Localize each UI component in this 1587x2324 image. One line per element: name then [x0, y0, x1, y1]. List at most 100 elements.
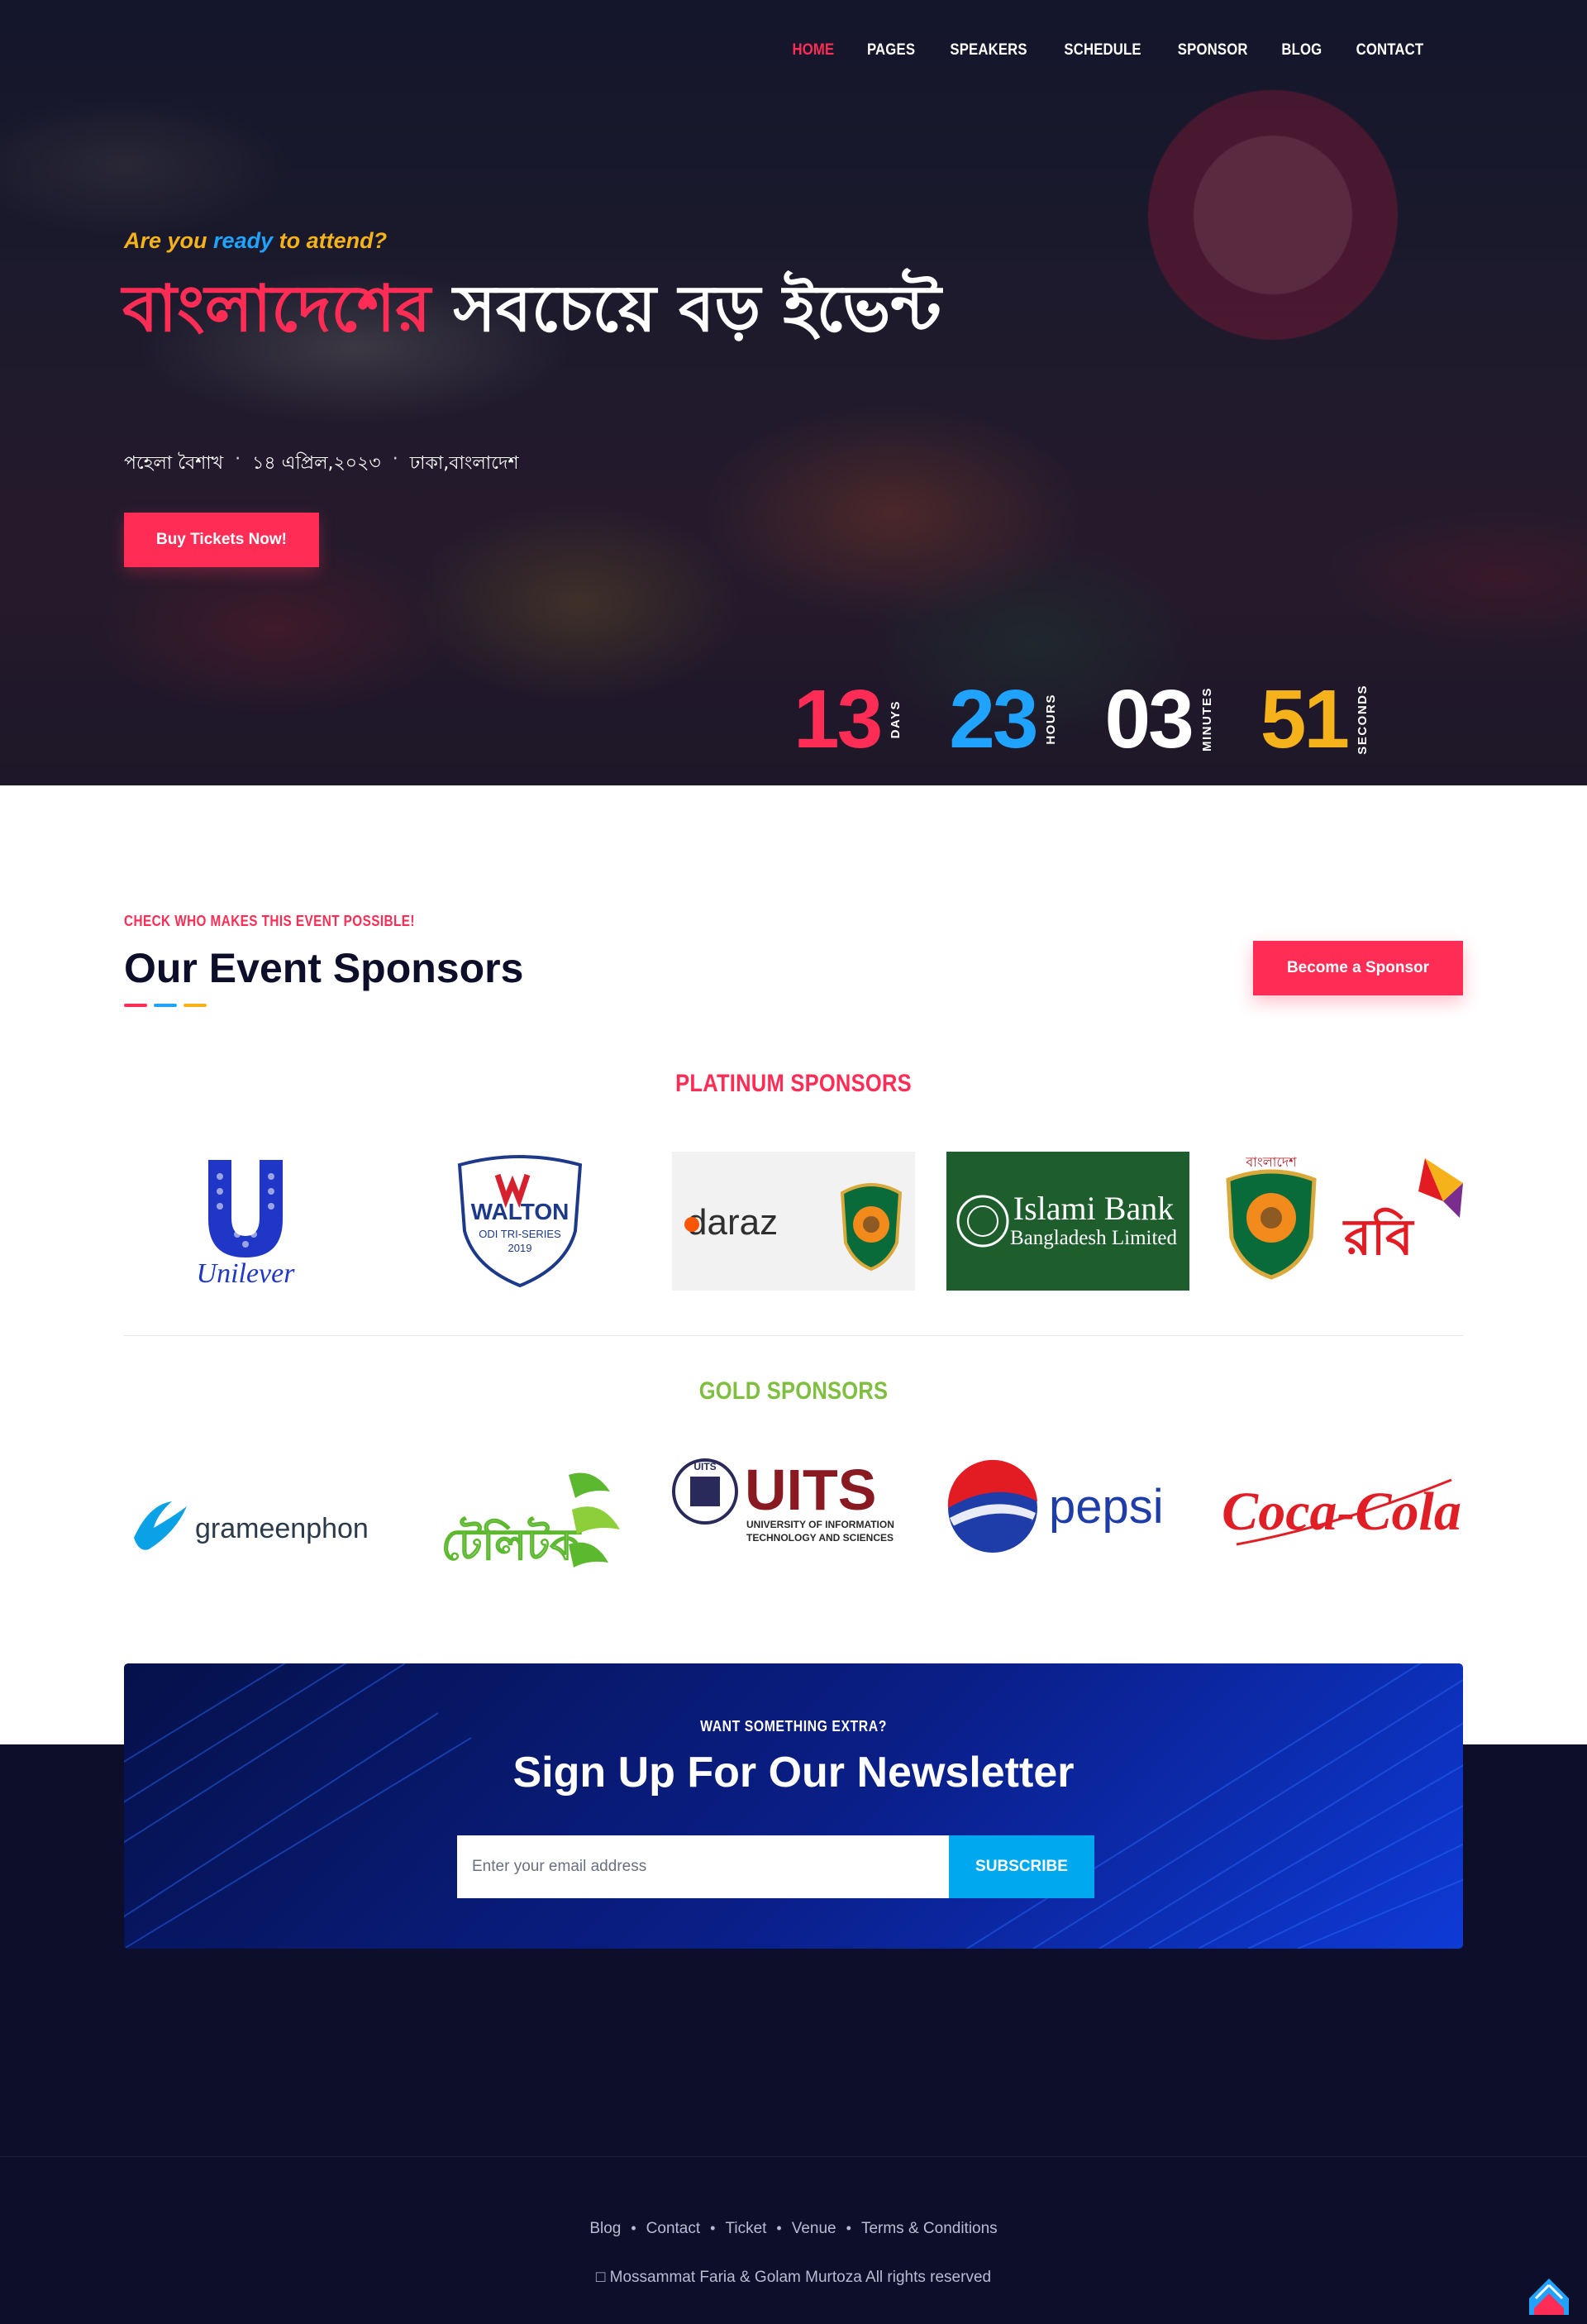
- newsletter-form: SUBSCRIBE: [457, 1835, 1094, 1898]
- countdown: 13 DAYS 23 HOURS 03 MINUTES 51 SECONDS: [794, 678, 1370, 761]
- footer-link-blog[interactable]: Blog: [589, 2220, 621, 2238]
- meta-separator: ·: [392, 449, 398, 470]
- copyright-text: □ Mossammat Faria & Golam Murtoza All ri…: [595, 2269, 992, 2286]
- footer-link-venue[interactable]: Venue: [792, 2220, 836, 2238]
- newsletter-stripes: [124, 1663, 1463, 1949]
- walton-logo[interactable]: WALTON ODI TRI-SERIES 2019: [398, 1152, 641, 1291]
- headline-rest: সবচেয়ে বড় ইভেন্ট: [431, 272, 941, 346]
- islami-bank-mark: Islami Bank Bangladesh Limited: [946, 1152, 1189, 1291]
- grameenphone-logo[interactable]: grameenphone: [124, 1447, 367, 1586]
- daraz-mark: daraz: [684, 1183, 903, 1272]
- uits-subtitle-2: TECHNOLOGY AND SCIENCES: [746, 1532, 894, 1544]
- headline-highlight: বাংলাদেশের: [122, 272, 431, 346]
- countdown-days: 13 DAYS: [794, 678, 903, 761]
- nav-home[interactable]: HOME: [792, 41, 834, 60]
- footer-link-terms[interactable]: Terms & Conditions: [861, 2220, 998, 2238]
- gold-logo-row: grameenphone টেলিটক UITS UITS UNIVERSITY…: [124, 1447, 1463, 1586]
- newsletter-email-input[interactable]: [457, 1835, 949, 1898]
- grameenphone-wordmark: grameenphone: [195, 1513, 367, 1544]
- teletalk-wordmark: টেলিটক: [441, 1518, 581, 1570]
- footer-link-contact[interactable]: Contact: [646, 2220, 700, 2238]
- hero-headline: বাংলাদেশের সবচেয়ে বড় ইভেন্ট: [122, 273, 949, 346]
- cocacola-logo[interactable]: Coca-Cola: [1220, 1447, 1463, 1586]
- grameenphone-mark: grameenphone: [134, 1501, 367, 1550]
- pepsi-wordmark: pepsi: [1049, 1480, 1164, 1534]
- tagline-highlight: ready: [213, 228, 274, 253]
- nav-speakers[interactable]: SPEAKERS: [950, 41, 1027, 60]
- main-nav: HOME PAGES SPEAKERS SCHEDULE SPONSOR BLO…: [789, 41, 1428, 60]
- platinum-sponsors-title: PLATINUM SPONSORS: [675, 1070, 912, 1097]
- teletalk-mark: টেলিটক: [440, 1472, 620, 1571]
- walton-subtitle: ODI TRI-SERIES: [479, 1228, 561, 1240]
- newsletter-title: Sign Up For Our Newsletter: [512, 1749, 1075, 1797]
- daraz-logo[interactable]: daraz: [672, 1152, 915, 1291]
- hero-section: HOME PAGES SPEAKERS SCHEDULE SPONSOR BLO…: [0, 0, 1587, 785]
- islami-bank-subtitle: Bangladesh Limited: [1009, 1227, 1177, 1249]
- footer-bullet: •: [631, 2220, 636, 2236]
- unilever-wordmark: Unilever: [197, 1258, 296, 1289]
- event-date: ১৪ এপ্রিল,২০২৩: [252, 453, 381, 474]
- event-location: ঢাকা,বাংলাদেশ: [409, 453, 519, 474]
- event-meta: পহেলা বৈশাখ · ১৪ এপ্রিল,২০২৩ · ঢাকা,বাংল…: [124, 449, 519, 480]
- newsletter-section: WANT SOMETHING EXTRA? Sign Up For Our Ne…: [124, 1663, 1463, 1949]
- newsletter-kicker: WANT SOMETHING EXTRA?: [700, 1718, 887, 1735]
- hero-tagline: Are you ready to attend?: [124, 228, 387, 254]
- robi-wordmark: রবি: [1342, 1207, 1415, 1267]
- countdown-hours: 23 HOURS: [949, 678, 1058, 761]
- event-occasion: পহেলা বৈশাখ: [124, 453, 224, 474]
- nav-schedule[interactable]: SCHEDULE: [1064, 41, 1141, 60]
- become-sponsor-button[interactable]: Become a Sponsor: [1253, 941, 1463, 995]
- footer-link-ticket[interactable]: Ticket: [725, 2220, 766, 2238]
- countdown-days-label: DAYS: [889, 699, 903, 739]
- tagline-suffix: to attend?: [279, 228, 388, 253]
- walton-wordmark: WALTON: [470, 1199, 569, 1224]
- buy-tickets-button[interactable]: Buy Tickets Now!: [124, 513, 319, 567]
- uits-mark: UITS UITS UNIVERSITY OF INFORMATION TECH…: [672, 1458, 894, 1544]
- countdown-minutes-value: 03: [1104, 673, 1194, 766]
- uits-subtitle-1: UNIVERSITY OF INFORMATION: [746, 1519, 894, 1530]
- daraz-wordmark: daraz: [687, 1202, 778, 1243]
- bcb-robi-mark: বাংলাদেশ রবি: [1226, 1154, 1463, 1280]
- gold-sponsors-title: GOLD SPONSORS: [698, 1377, 889, 1405]
- nav-sponsor[interactable]: SPONSOR: [1178, 41, 1248, 60]
- title-underline: [124, 1004, 207, 1007]
- uits-wordmark: UITS: [745, 1458, 876, 1522]
- subscribe-button[interactable]: SUBSCRIBE: [949, 1835, 1094, 1898]
- underline-red: [124, 1004, 147, 1007]
- teletalk-logo[interactable]: টেলিটক: [398, 1447, 641, 1586]
- islami-bank-logo[interactable]: Islami Bank Bangladesh Limited: [946, 1152, 1189, 1291]
- uits-seal-text: UITS: [693, 1461, 716, 1472]
- cocacola-mark: Coca-Cola: [1222, 1478, 1461, 1546]
- tier-divider: [124, 1335, 1463, 1336]
- uits-logo[interactable]: UITS UITS UNIVERSITY OF INFORMATION TECH…: [672, 1447, 915, 1586]
- countdown-minutes-label: MINUTES: [1199, 687, 1214, 752]
- nav-blog[interactable]: BLOG: [1282, 41, 1322, 60]
- platinum-logo-row: Unilever WALTON ODI TRI-SERIES 2019 dara…: [124, 1152, 1463, 1291]
- pepsi-logo[interactable]: pepsi: [946, 1447, 1189, 1586]
- countdown-minutes: 03 MINUTES: [1104, 678, 1213, 761]
- countdown-seconds: 51 SECONDS: [1261, 678, 1370, 761]
- footer-bullet: •: [776, 2220, 782, 2236]
- sponsors-section: CHECK WHO MAKES THIS EVENT POSSIBLE! Our…: [0, 785, 1587, 1744]
- nav-contact[interactable]: CONTACT: [1356, 41, 1424, 60]
- underline-blue: [154, 1004, 177, 1007]
- nav-pages[interactable]: PAGES: [867, 41, 915, 60]
- meta-separator: ·: [235, 449, 241, 470]
- bcb-robi-logo[interactable]: বাংলাদেশ রবি: [1220, 1152, 1463, 1291]
- countdown-seconds-label: SECONDS: [1355, 684, 1370, 755]
- countdown-days-value: 13: [794, 673, 883, 766]
- bcb-title: বাংলাদেশ: [1245, 1154, 1297, 1170]
- walton-mark: WALTON ODI TRI-SERIES 2019: [457, 1155, 582, 1288]
- unilever-logo[interactable]: Unilever: [124, 1152, 367, 1291]
- countdown-hours-value: 23: [949, 673, 1038, 766]
- unilever-mark: Unilever: [197, 1160, 296, 1289]
- sponsors-title: Our Event Sponsors: [124, 945, 524, 991]
- footer-bullet: •: [846, 2220, 851, 2236]
- countdown-hours-label: HOURS: [1044, 694, 1059, 745]
- scroll-to-top-icon[interactable]: [1527, 2275, 1570, 2318]
- tagline-prefix: Are you: [124, 228, 207, 253]
- countdown-seconds-value: 51: [1260, 673, 1350, 766]
- walton-year: 2019: [508, 1242, 531, 1254]
- islami-bank-name: Islami Bank: [1013, 1190, 1173, 1227]
- footer-bullet: •: [710, 2220, 716, 2236]
